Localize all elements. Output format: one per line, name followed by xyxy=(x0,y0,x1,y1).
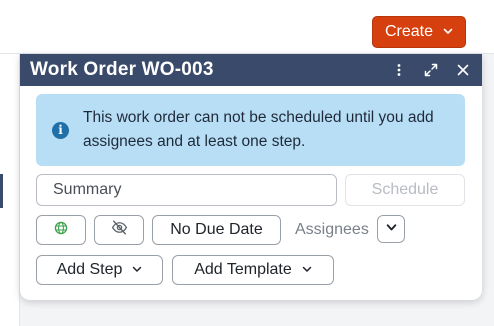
due-date-label: No Due Date xyxy=(170,221,263,238)
add-template-button[interactable]: Add Template xyxy=(172,255,334,285)
panel-title: Work Order WO-003 xyxy=(30,59,214,80)
schedule-button[interactable]: Schedule xyxy=(345,174,465,206)
schedule-button-label: Schedule xyxy=(371,181,439,198)
chevron-down-icon xyxy=(386,220,397,238)
more-vertical-icon[interactable] xyxy=(390,61,408,79)
globe-button[interactable] xyxy=(36,215,86,245)
assignees-dropdown-button[interactable] xyxy=(377,215,405,243)
globe-icon xyxy=(54,221,68,240)
sidebar-active-indicator xyxy=(0,174,3,208)
assignees-label: Assignees xyxy=(295,221,369,238)
expand-icon[interactable] xyxy=(422,61,440,79)
info-icon: i xyxy=(52,121,69,139)
chevron-down-icon xyxy=(132,261,142,279)
left-sidebar-strip xyxy=(0,54,20,326)
alert-message: This work order can not be scheduled unt… xyxy=(83,109,434,150)
eye-off-icon xyxy=(111,220,128,240)
work-order-panel: Work Order WO-003 i This work order can … xyxy=(20,54,482,300)
create-button[interactable]: Create xyxy=(372,16,466,48)
add-step-label: Add Step xyxy=(56,261,123,278)
add-template-label: Add Template xyxy=(194,261,292,278)
schedule-warning-alert: i This work order can not be scheduled u… xyxy=(36,94,465,166)
close-icon[interactable] xyxy=(454,61,472,79)
summary-input[interactable] xyxy=(36,174,337,206)
panel-header: Work Order WO-003 xyxy=(20,54,482,86)
chevron-down-icon xyxy=(302,261,312,279)
add-step-button[interactable]: Add Step xyxy=(36,255,163,285)
chevron-down-icon xyxy=(443,23,453,41)
due-date-button[interactable]: No Due Date xyxy=(152,215,281,245)
create-button-label: Create xyxy=(384,23,434,40)
top-bar: Create xyxy=(0,0,494,54)
visibility-toggle-button[interactable] xyxy=(94,215,144,245)
